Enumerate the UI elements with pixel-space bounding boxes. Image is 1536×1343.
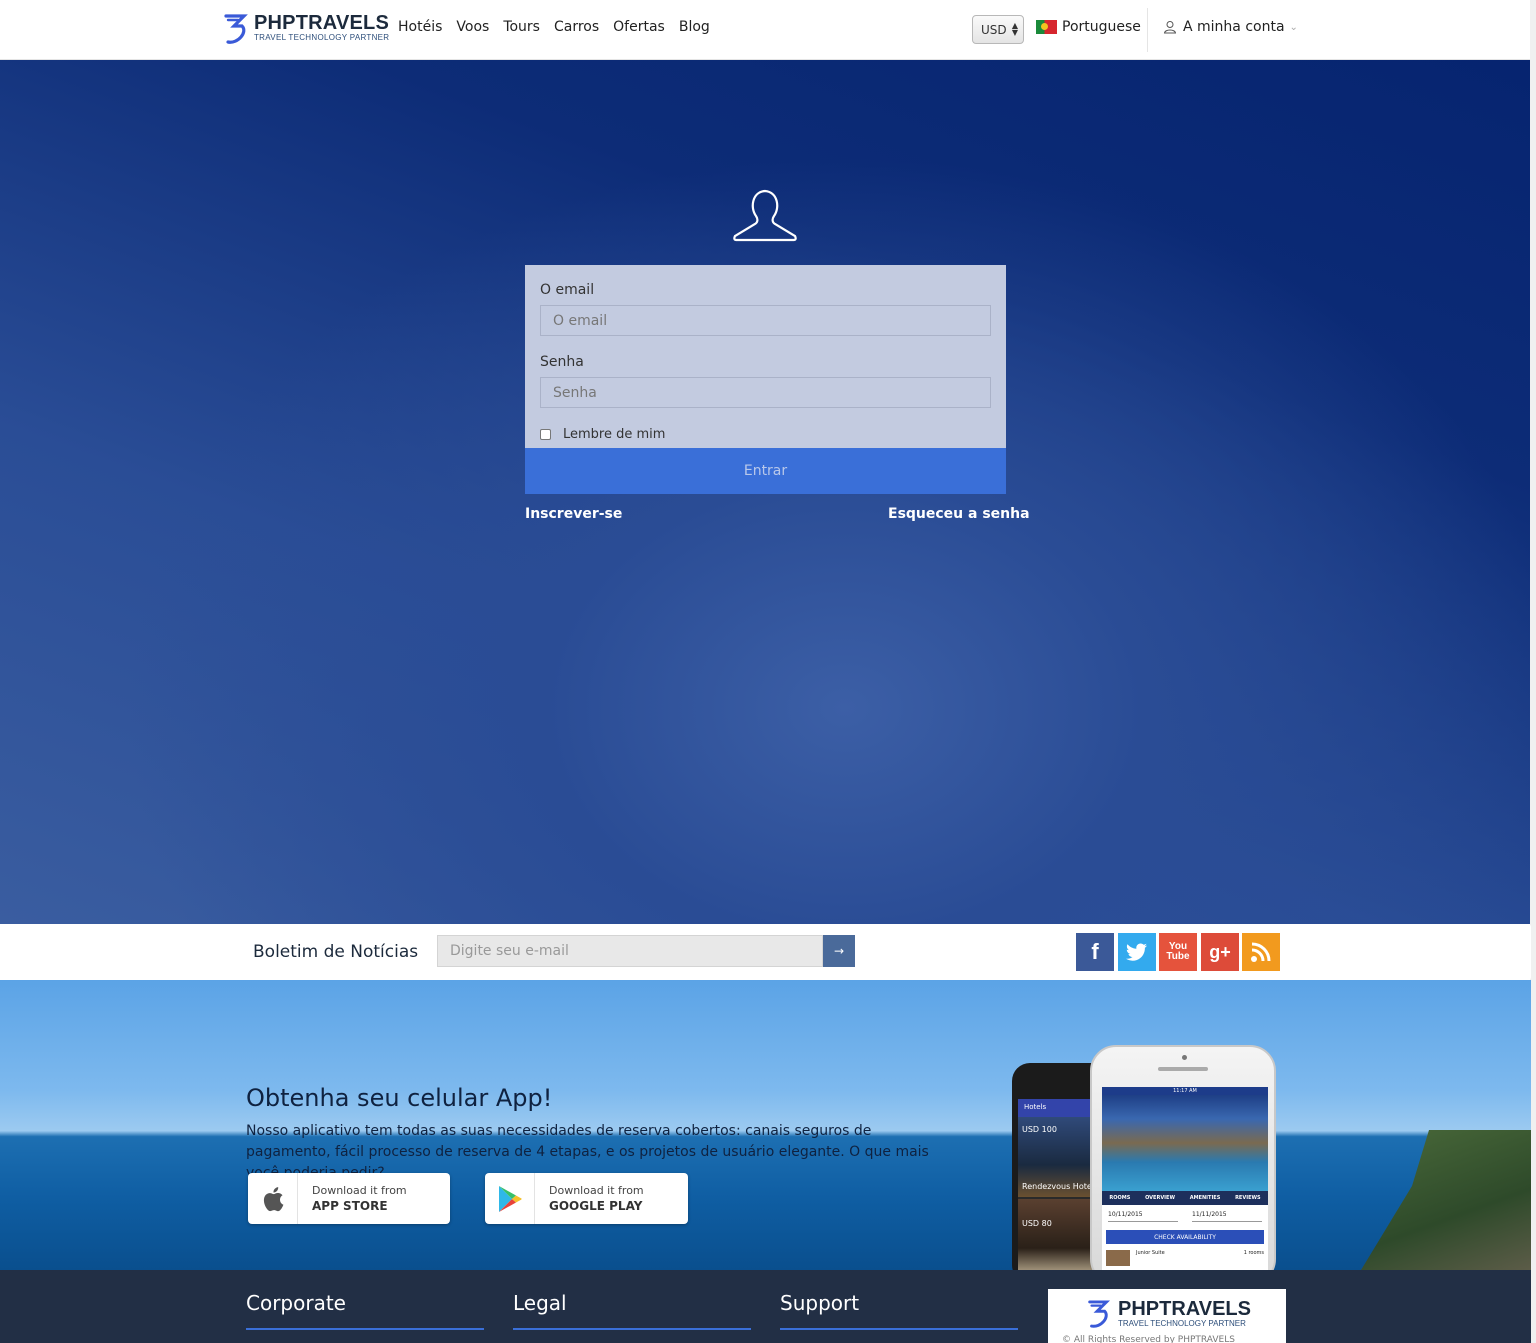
- currency-value: USD: [981, 22, 1007, 37]
- iphone-mockup: 11:17 AM ROOMS OVERVIEW AMENITIES REVIEW…: [1090, 1045, 1276, 1270]
- select-arrows-icon: ▲ ▼: [1011, 21, 1018, 37]
- google-play-icon: [498, 1185, 522, 1212]
- account-label: A minha conta: [1183, 19, 1285, 35]
- apple-icon: [263, 1186, 283, 1211]
- footer-heading-legal: Legal: [513, 1291, 567, 1315]
- currency-select[interactable]: USD ▲ ▼: [972, 15, 1024, 44]
- nav-cars[interactable]: Carros: [554, 19, 599, 35]
- user-avatar-icon: [733, 189, 797, 242]
- mobile-app-section: Obtenha seu celular App! Nosso aplicativ…: [0, 980, 1531, 1270]
- remember-checkbox[interactable]: [540, 429, 551, 440]
- phone-tab-amenities: AMENITIES: [1189, 1195, 1221, 1201]
- email-field[interactable]: O email: [540, 305, 991, 336]
- footer-logo: PHPTRAVELS TRAVEL TECHNOLOGY PARTNER © A…: [1048, 1289, 1286, 1343]
- rss-icon[interactable]: [1242, 933, 1280, 971]
- youtube-icon[interactable]: You Tube: [1159, 933, 1197, 971]
- header-divider: [1147, 8, 1148, 52]
- main-nav: Hotéis Voos Tours Carros Ofertas Blog: [398, 19, 710, 35]
- gplay-small-text: Download it from: [549, 1183, 644, 1197]
- nav-hotels[interactable]: Hotéis: [398, 19, 442, 35]
- arrow-right-icon: →: [833, 944, 845, 958]
- language-selector[interactable]: Portuguese: [1036, 19, 1141, 35]
- newsletter-bar: Boletim de Notícias Digite seu e-mail → …: [0, 924, 1531, 980]
- appstore-big-text: APP STORE: [312, 1198, 388, 1213]
- newsletter-submit-button[interactable]: →: [823, 935, 855, 967]
- top-header: PHPTRAVELS TRAVEL TECHNOLOGY PARTNER Hot…: [0, 0, 1536, 60]
- twitter-icon[interactable]: [1118, 933, 1156, 971]
- facebook-icon[interactable]: f: [1076, 933, 1114, 971]
- portugal-flag-icon: [1036, 20, 1057, 34]
- site-footer: Corporate Legal Support PHPTRAVELS TRAVE…: [0, 1270, 1531, 1343]
- signup-link[interactable]: Inscrever-se: [525, 506, 622, 522]
- language-label: Portuguese: [1062, 19, 1141, 35]
- logo-mark-icon: [224, 14, 248, 44]
- phone-date-out: 11/11/2015: [1192, 1211, 1262, 1222]
- footer-heading-corporate: Corporate: [246, 1291, 346, 1315]
- footer-copyright: © All Rights Reserved by PHPTRAVELS: [1062, 1335, 1235, 1343]
- island-decoration: [1361, 1130, 1531, 1270]
- account-menu[interactable]: A minha conta ⌄: [1163, 19, 1298, 35]
- remember-label: Lembre de mim: [563, 427, 666, 442]
- hotel-photo: [1102, 1095, 1268, 1191]
- phone-check-availability: CHECK AVAILABILITY: [1106, 1230, 1264, 1244]
- newsletter-email-input[interactable]: Digite seu e-mail: [437, 935, 823, 967]
- phone-tab-rooms: ROOMS: [1109, 1195, 1131, 1201]
- appstore-small-text: Download it from: [312, 1183, 407, 1197]
- nav-tours[interactable]: Tours: [503, 19, 540, 35]
- nav-offers[interactable]: Ofertas: [613, 19, 665, 35]
- phone-room-count: 1 rooms: [1243, 1250, 1264, 1256]
- email-label: O email: [540, 282, 595, 298]
- app-title: Obtenha seu celular App!: [246, 1084, 553, 1112]
- footer-col-corporate: Corporate: [246, 1291, 484, 1330]
- phone-room-name: Junior Suite: [1136, 1250, 1165, 1256]
- phone-back-price-1: USD 100: [1022, 1125, 1057, 1134]
- login-form: O email O email Senha Senha Lembre de mi…: [525, 265, 1006, 494]
- phone-tab-overview: OVERVIEW: [1145, 1195, 1175, 1201]
- footer-logo-mark-icon: [1088, 1300, 1111, 1328]
- phone-tab-reviews: REVIEWS: [1235, 1195, 1261, 1201]
- footer-heading-support: Support: [780, 1291, 860, 1315]
- newsletter-title: Boletim de Notícias: [253, 942, 419, 962]
- password-label: Senha: [540, 354, 584, 370]
- chevron-down-icon: ⌄: [1289, 21, 1298, 33]
- footer-logo-tagline: TRAVEL TECHNOLOGY PARTNER: [1118, 1319, 1246, 1328]
- phone-tabs: ROOMS OVERVIEW AMENITIES REVIEWS: [1102, 1191, 1268, 1205]
- site-logo[interactable]: PHPTRAVELS TRAVEL TECHNOLOGY PARTNER: [222, 12, 389, 46]
- user-icon: [1163, 21, 1177, 34]
- phone-status-time: 11:17 AM: [1102, 1087, 1268, 1095]
- nav-blog[interactable]: Blog: [679, 19, 710, 35]
- remember-me[interactable]: Lembre de mim: [540, 427, 665, 442]
- logo-name: PHPTRAVELS: [254, 12, 389, 34]
- phone-back-price-2: USD 80: [1022, 1219, 1052, 1228]
- password-field[interactable]: Senha: [540, 377, 991, 408]
- google-plus-icon[interactable]: g+: [1201, 933, 1239, 971]
- footer-col-support: Support: [780, 1291, 1018, 1330]
- login-button[interactable]: Entrar: [525, 448, 1006, 494]
- app-store-button[interactable]: Download it from APP STORE: [248, 1173, 450, 1224]
- nav-flights[interactable]: Voos: [456, 19, 489, 35]
- phone-back-hotel: Rendezvous Hotels: [1022, 1182, 1099, 1191]
- footer-col-legal: Legal: [513, 1291, 751, 1330]
- gplay-big-text: GOOGLE PLAY: [549, 1198, 643, 1213]
- forgot-password-link[interactable]: Esqueceu a senha: [888, 506, 1030, 522]
- footer-logo-name: PHPTRAVELS: [1118, 1298, 1251, 1320]
- google-play-button[interactable]: Download it from GOOGLE PLAY: [485, 1173, 688, 1224]
- logo-tagline: TRAVEL TECHNOLOGY PARTNER: [254, 33, 390, 42]
- phone-date-in: 10/11/2015: [1108, 1211, 1178, 1222]
